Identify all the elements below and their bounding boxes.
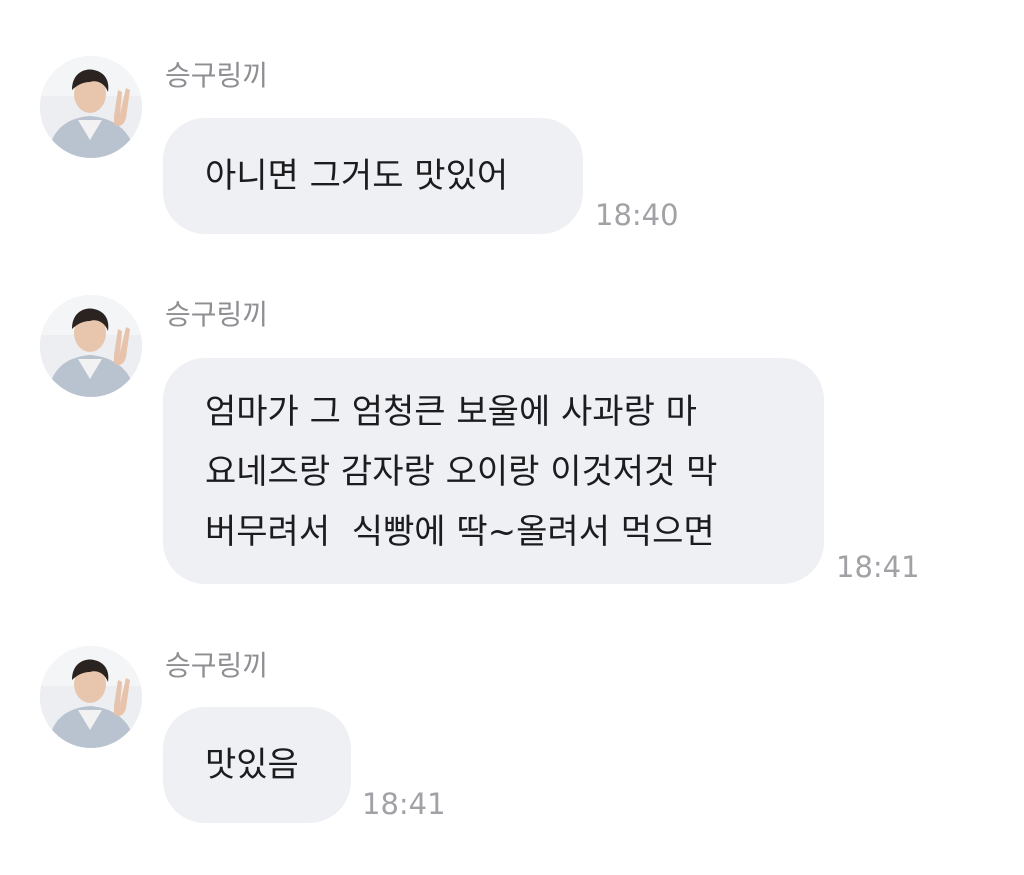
sender-name: 승구링끼 [165,298,269,331]
avatar[interactable] [40,56,142,158]
avatar[interactable] [40,646,142,748]
sender-name: 승구링끼 [165,649,269,682]
avatar[interactable] [40,295,142,397]
message-bubble[interactable]: 맛있음 [163,707,351,823]
avatar-photo-icon [40,56,142,158]
avatar-photo-icon [40,646,142,748]
avatar-photo-icon [40,295,142,397]
sender-name: 승구링끼 [165,59,269,92]
message-bubble[interactable]: 엄마가 그 엄청큰 보울에 사과랑 마 요네즈랑 감자랑 오이랑 이것저것 막 … [163,358,824,584]
message-time: 18:41 [836,550,920,584]
message-bubble[interactable]: 아니면 그거도 맛있어 [163,118,583,234]
message-time: 18:41 [362,787,446,821]
message-time: 18:40 [595,198,679,232]
